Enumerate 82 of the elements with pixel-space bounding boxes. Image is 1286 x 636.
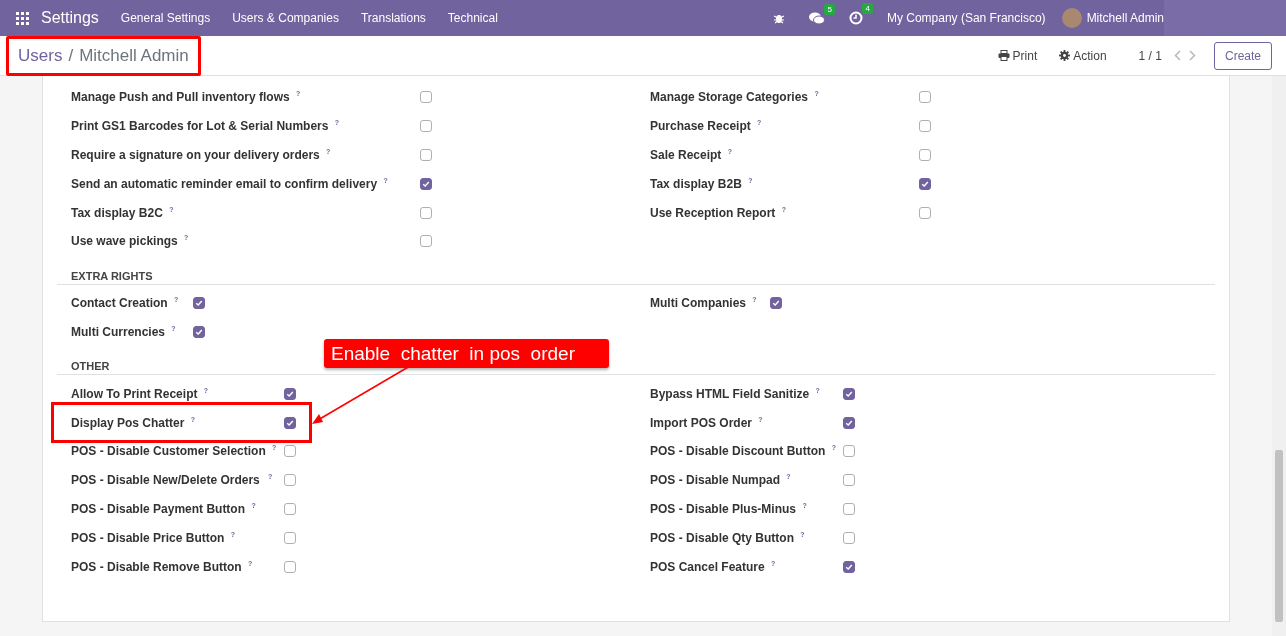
field-label: POS - Disable New/Delete Orders $^{?}$ — [71, 473, 273, 488]
menu-item[interactable]: Translations — [360, 11, 426, 25]
clock-icon[interactable] — [848, 11, 863, 25]
gear-icon — [1059, 50, 1071, 61]
field-label: Allow To Print Receipt $^{?}$ — [71, 386, 209, 401]
field-label: POS - Disable Remove Button $^{?}$ — [71, 559, 253, 574]
field-label: POS - Disable Price Button $^{?}$ — [71, 530, 235, 545]
activity-count: 4 — [862, 3, 873, 14]
checkbox[interactable] — [420, 91, 432, 104]
apps-grid-icon[interactable] — [16, 11, 29, 25]
checkbox[interactable] — [770, 297, 782, 310]
field-label: Display Pos Chatter $^{?}$ — [71, 415, 195, 430]
checkbox[interactable] — [193, 325, 205, 338]
section-title: EXTRA RIGHTS — [57, 255, 1215, 285]
app-title[interactable]: Settings — [41, 9, 99, 27]
field-label: Use Reception Report $^{?}$ — [650, 205, 786, 220]
checkbox[interactable] — [284, 474, 296, 487]
checkbox[interactable] — [919, 91, 931, 104]
checkbox[interactable] — [420, 120, 432, 133]
field-label: Send an automatic reminder email to confirm delivery $^{?}$ — [71, 176, 388, 191]
checkbox[interactable] — [919, 206, 931, 219]
checkbox[interactable] — [843, 474, 855, 487]
checkbox[interactable] — [919, 177, 931, 190]
field-label: Tax display B2B $^{?}$ — [650, 176, 753, 191]
field-label: Multi Companies $^{?}$ — [650, 296, 757, 311]
pager-value: 1 / 1 — [1138, 48, 1162, 63]
chat-icon[interactable] — [808, 11, 825, 25]
field-label: Use wave pickings $^{?}$ — [71, 234, 189, 249]
checkbox[interactable] — [420, 206, 432, 219]
checkbox[interactable] — [284, 531, 296, 544]
field-label: Multi Currencies $^{?}$ — [71, 324, 176, 339]
company-name[interactable]: My Company (San Francisco) — [886, 11, 1046, 25]
checkbox[interactable] — [843, 387, 855, 400]
checkbox[interactable] — [284, 387, 296, 400]
checkbox[interactable] — [919, 149, 931, 161]
field-label: POS - Disable Plus-Minus $^{?}$ — [650, 501, 807, 516]
user-avatar[interactable] — [1061, 8, 1082, 28]
field-label: POS - Disable Discount Button $^{?}$ — [650, 444, 836, 459]
checkbox[interactable] — [843, 531, 855, 544]
checkbox[interactable] — [843, 560, 855, 573]
checkbox[interactable] — [843, 445, 855, 458]
field-label: Manage Push and Pull inventory flows $^{?}$ — [71, 90, 301, 105]
checkbox[interactable] — [919, 120, 931, 133]
create-button[interactable]: Create — [1213, 41, 1272, 70]
field-label: POS - Disable Numpad $^{?}$ — [650, 473, 791, 488]
field-label: Print GS1 Barcodes for Lot & Serial Numbers $^{?}$ — [71, 119, 339, 134]
field-label: Contact Creation $^{?}$ — [71, 296, 179, 311]
checkbox[interactable] — [284, 560, 296, 573]
menu-item[interactable]: Technical — [447, 11, 498, 25]
menu-item[interactable]: General Settings — [120, 11, 211, 25]
field-label: Purchase Receipt $^{?}$ — [650, 119, 762, 134]
field-label: POS - Disable Customer Selection $^{?}$ — [71, 444, 277, 459]
checkbox[interactable] — [420, 177, 432, 190]
checkbox[interactable] — [284, 502, 296, 515]
field-label: Bypass HTML Field Sanitize $^{?}$ — [650, 386, 820, 401]
print-button[interactable]: Print — [993, 46, 1042, 65]
bug-icon[interactable] — [772, 12, 785, 24]
breadcrumb-link[interactable]: Users — [18, 45, 63, 66]
checkbox[interactable] — [284, 416, 296, 429]
field-label: POS - Disable Qty Button $^{?}$ — [650, 530, 805, 545]
field-label: POS Cancel Feature $^{?}$ — [650, 559, 776, 574]
checkbox[interactable] — [193, 297, 205, 310]
printer-icon — [997, 50, 1010, 61]
field-label: Require a signature on your delivery orders $^{?}$ — [71, 148, 331, 162]
field-label: POS - Disable Payment Button $^{?}$ — [71, 501, 256, 516]
checkbox[interactable] — [843, 416, 855, 429]
field-label: Sale Receipt $^{?}$ — [650, 148, 732, 162]
scrollbar[interactable] — [1272, 76, 1286, 636]
annotation-callout: Enable chatter in pos order — [324, 339, 609, 368]
checkbox[interactable] — [420, 149, 432, 161]
action-button[interactable]: Action — [1055, 46, 1111, 65]
field-label: Tax display B2C $^{?}$ — [71, 205, 174, 220]
menu-item[interactable]: Users & Companies — [232, 11, 339, 25]
checkbox[interactable] — [420, 235, 432, 248]
checkbox[interactable] — [284, 445, 296, 458]
field-label: Import POS Order $^{?}$ — [650, 415, 763, 430]
breadcrumb-current: Mitchell Admin — [79, 45, 189, 66]
breadcrumb-separator: / — [68, 45, 74, 66]
checkbox[interactable] — [843, 502, 855, 515]
user-name[interactable]: Mitchell Admin — [1086, 11, 1164, 25]
message-count: 5 — [824, 3, 835, 15]
field-label: Manage Storage Categories $^{?}$ — [650, 90, 819, 105]
